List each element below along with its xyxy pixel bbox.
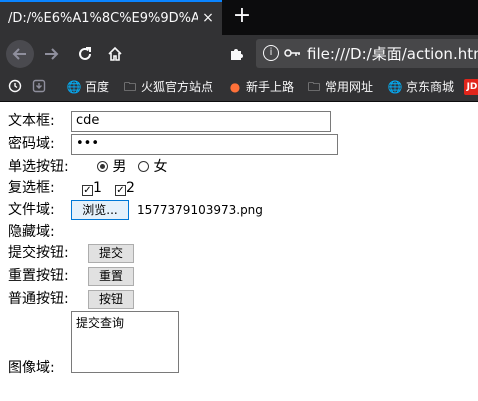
back-button[interactable] bbox=[6, 40, 34, 68]
file-name: 1577379103973.png bbox=[137, 203, 263, 217]
checkbox-row: 复选框: ✓1 ✓2 bbox=[8, 178, 148, 198]
jd-icon[interactable]: JD bbox=[464, 79, 478, 95]
globe-icon: 🌐 bbox=[387, 80, 403, 94]
bookmark-label: 常用网址 bbox=[325, 80, 374, 94]
radio-male-label: 男 bbox=[112, 159, 127, 175]
radio-label: 单选按钮: bbox=[8, 159, 69, 175]
extensions-button[interactable] bbox=[222, 40, 250, 68]
folder-icon: 🗀 bbox=[307, 80, 320, 94]
normal-button[interactable]: 按钮 bbox=[88, 290, 134, 309]
text-input[interactable]: cde bbox=[71, 111, 331, 132]
image-row-label: 图像域: bbox=[8, 358, 68, 378]
bookmark-history[interactable] bbox=[8, 78, 48, 96]
radio-option-male[interactable]: 男 bbox=[97, 157, 126, 177]
password-label: 密码域: bbox=[8, 136, 55, 152]
navigation-toolbar: i file:///D:/桌面/action.html bbox=[0, 35, 478, 73]
password-row: 密码域: ••• bbox=[8, 134, 342, 155]
radio-female[interactable] bbox=[138, 161, 149, 172]
arrow-left-icon bbox=[12, 48, 26, 60]
bookmark-common-sites[interactable]: 🗀 常用网址 bbox=[306, 78, 378, 96]
key-icon[interactable] bbox=[283, 46, 301, 60]
bookmark-jd[interactable]: 🌐 京东商城 bbox=[387, 78, 459, 96]
bookmark-label: 新手上路 bbox=[246, 80, 295, 94]
close-tab-icon[interactable]: × bbox=[200, 10, 216, 26]
checkbox-label: 复选框: bbox=[8, 180, 55, 196]
reset-button[interactable]: 重置 bbox=[88, 267, 134, 286]
text-label: 文本框: bbox=[8, 113, 55, 129]
firefox-icon: ● bbox=[229, 80, 241, 94]
reload-button[interactable] bbox=[71, 40, 99, 68]
file-row: 文件域: 浏览... 1577379103973.png bbox=[8, 200, 268, 220]
file-label: 文件域: bbox=[8, 202, 55, 218]
bookmark-label: 百度 bbox=[85, 80, 110, 94]
info-icon[interactable]: i bbox=[263, 45, 279, 61]
checkbox-1[interactable]: ✓ bbox=[82, 185, 93, 196]
tab-bar: /D:/%E6%A1%8C%E9%9D%A2/action.html × + bbox=[0, 0, 478, 35]
text-row: 文本框: cde bbox=[8, 111, 338, 132]
browse-button[interactable]: 浏览... bbox=[71, 200, 129, 220]
new-tab-button[interactable]: + bbox=[232, 3, 252, 29]
submit-label: 提交按钮: bbox=[8, 245, 69, 261]
home-button[interactable] bbox=[101, 40, 129, 68]
radio-female-label: 女 bbox=[153, 159, 168, 175]
download-icon bbox=[32, 79, 46, 93]
submit-row: 提交按钮: 提交 bbox=[8, 243, 138, 263]
puzzle-icon bbox=[231, 49, 243, 60]
home-icon bbox=[108, 46, 122, 61]
globe-icon: 🌐 bbox=[66, 80, 82, 94]
checkbox-1-label: 1 bbox=[93, 180, 102, 196]
radio-option-female[interactable]: 女 bbox=[138, 157, 167, 177]
forward-button[interactable] bbox=[37, 40, 65, 68]
bookmarks-toolbar: 🌐 百度 🗀 火狐官方站点 ● 新手上路 🗀 常用网址 🌐 京东商城 JD bbox=[0, 73, 478, 102]
image-input[interactable]: 提交查询 bbox=[71, 311, 179, 373]
bookmark-baidu[interactable]: 🌐 百度 bbox=[66, 78, 116, 96]
image-label: 图像域: bbox=[8, 360, 55, 376]
radio-row: 单选按钮: 男 女 bbox=[8, 157, 178, 177]
reset-label: 重置按钮: bbox=[8, 268, 69, 284]
reload-icon bbox=[79, 47, 91, 60]
bookmark-label: 京东商城 bbox=[406, 80, 455, 94]
bookmark-firefox[interactable]: 🗀 火狐官方站点 bbox=[122, 78, 218, 96]
url-text[interactable]: file:///D:/桌面/action.html bbox=[307, 44, 478, 64]
checkbox-option-2[interactable]: ✓2 bbox=[115, 178, 135, 198]
bookmark-label: 火狐官方站点 bbox=[141, 80, 214, 94]
clock-icon bbox=[8, 79, 22, 93]
folder-icon: 🗀 bbox=[123, 80, 136, 94]
password-input[interactable]: ••• bbox=[71, 134, 338, 155]
hidden-label: 隐藏域: bbox=[8, 224, 55, 240]
submit-button[interactable]: 提交 bbox=[88, 244, 134, 263]
active-tab[interactable]: /D:/%E6%A1%8C%E9%9D%A2/action.html × bbox=[0, 0, 222, 35]
key-shape bbox=[284, 49, 300, 57]
tab-title: /D:/%E6%A1%8C%E9%9D%A2/action.html bbox=[8, 11, 198, 26]
normal-button-row: 普通按钮: 按钮 bbox=[8, 289, 138, 309]
normal-label: 普通按钮: bbox=[8, 291, 69, 307]
bookmark-getting-started[interactable]: ● 新手上路 bbox=[227, 78, 297, 96]
radio-male[interactable] bbox=[97, 161, 108, 172]
checkbox-2-label: 2 bbox=[126, 180, 135, 196]
checkbox-2[interactable]: ✓ bbox=[115, 185, 126, 196]
hidden-row: 隐藏域: bbox=[8, 222, 78, 242]
arrow-right-icon bbox=[45, 48, 59, 60]
page-content: 文本框: cde 密码域: ••• 单选按钮: 男 女 复选框: ✓1 ✓2 文… bbox=[0, 102, 478, 401]
checkbox-option-1[interactable]: ✓1 bbox=[82, 178, 102, 198]
reset-row: 重置按钮: 重置 bbox=[8, 266, 138, 286]
url-bar[interactable]: i file:///D:/桌面/action.html bbox=[256, 39, 478, 68]
